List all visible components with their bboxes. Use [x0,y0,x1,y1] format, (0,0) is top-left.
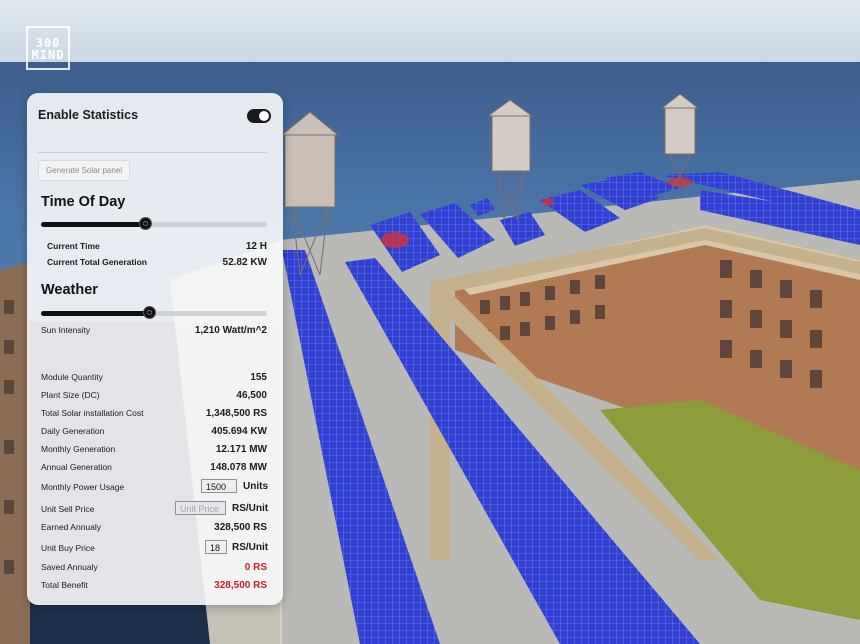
plant-size-row: Plant Size (DC) 46,500 [41,390,267,404]
monthly-power-usage-input[interactable]: 1500 [201,479,237,493]
annual-generation-row: Annual Generation 148.078 MW [41,462,267,476]
sun-intensity-value: 1,210 Watt/m^2 [194,325,267,336]
unit-sell-price-label: Unit Sell Price [41,504,95,514]
daily-generation-row: Daily Generation 405.694 KW [41,426,267,440]
saved-annualy-label: Saved Annualy [41,562,98,572]
statistics-panel: Enable Statistics Generate Solar panel T… [27,93,283,605]
time-of-day-slider[interactable] [41,217,267,230]
plant-size-label: Plant Size (DC) [41,390,100,400]
monthly-power-usage-unit: Units [243,481,268,492]
monthly-generation-label: Monthly Generation [41,444,116,454]
earned-annualy-row: Earned Annualy 328,500 RS [41,522,267,536]
toggle-knob [259,111,269,121]
annual-generation-value: 148.078 MW [210,462,267,473]
unit-sell-price-unit: RS/Unit [232,503,269,514]
current-time-value: 12 H [245,241,267,252]
total-benefit-value: 328,500 RS [214,580,267,591]
earned-annualy-label: Earned Annualy [41,522,102,532]
enable-statistics-toggle[interactable] [247,109,271,123]
logo-line2: MIND [31,48,65,62]
total-generation-row: Current Total Generation 52.82 KW [41,257,267,271]
unit-buy-price-unit: RS/Unit [232,542,269,553]
unit-sell-price-input[interactable]: Unit Price [175,501,226,515]
plant-size-value: 46,500 [236,390,267,401]
module-quantity-value: 155 [250,372,267,383]
monthly-power-usage-label: Monthly Power Usage [41,482,125,492]
installation-cost-value: 1,348,500 RS [205,408,267,419]
time-of-day-title: Time Of Day [41,194,126,210]
current-time-row: Current Time 12 H [41,241,267,255]
module-quantity-label: Module Quantity [41,372,103,382]
unit-buy-price-input[interactable]: 18 [205,540,227,554]
total-benefit-label: Total Benefit [41,580,88,590]
divider [38,152,267,153]
weather-slider[interactable] [41,306,267,319]
daily-generation-label: Daily Generation [41,426,105,436]
slider-thumb[interactable] [143,306,157,319]
unit-buy-price-row: Unit Buy Price 18 RS/Unit [41,540,269,557]
sun-intensity-label: Sun Intensity [41,325,91,335]
installation-cost-row: Total Solar installation Cost 1,348,500 … [41,408,267,422]
total-benefit-row: Total Benefit 328,500 RS [41,580,267,594]
total-generation-label: Current Total Generation [47,257,147,267]
daily-generation-value: 405.694 KW [211,426,267,437]
annual-generation-label: Annual Generation [41,462,112,472]
saved-annualy-value: 0 RS [244,562,267,573]
monthly-generation-row: Monthly Generation 12.171 MW [41,444,267,458]
enable-statistics-label: Enable Statistics [38,108,139,122]
saved-annualy-row: Saved Annualy 0 RS [41,562,267,576]
unit-buy-price-label: Unit Buy Price [41,543,95,553]
unit-sell-price-row: Unit Sell Price Unit Price RS/Unit [41,501,269,518]
brand-logo: 300 MIND [26,26,70,70]
slider-fill [41,222,145,227]
slider-thumb[interactable] [138,217,152,230]
sun-intensity-row: Sun Intensity 1,210 Watt/m^2 [41,325,267,339]
installation-cost-label: Total Solar installation Cost [41,408,144,418]
earned-annualy-value: 328,500 RS [214,522,267,533]
weather-title: Weather [41,282,98,298]
monthly-generation-value: 12.171 MW [215,444,267,455]
module-quantity-row: Module Quantity 155 [41,372,267,386]
monthly-power-usage-row: Monthly Power Usage 1500 Units [41,479,268,496]
total-generation-value: 52.82 KW [222,257,267,268]
slider-fill [41,311,150,316]
current-time-label: Current Time [47,241,100,251]
generate-solar-panel-button[interactable]: Generate Solar panel [38,160,131,181]
